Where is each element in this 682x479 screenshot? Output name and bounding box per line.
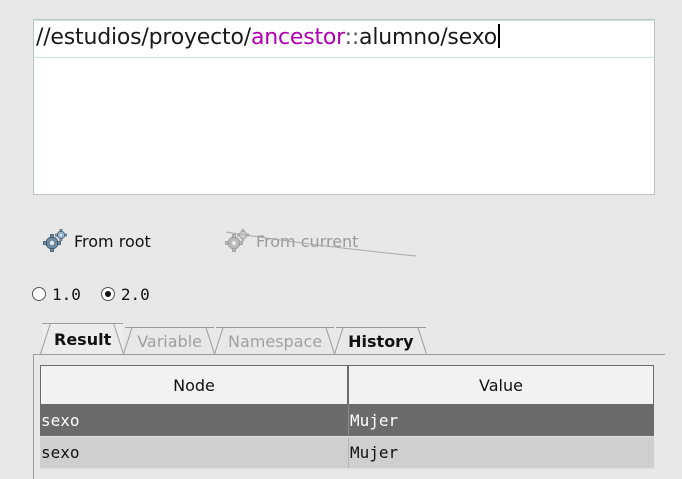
tab-namespace-label: Namespace <box>228 331 323 351</box>
xpath-query-editor[interactable]: //estudios/proyecto/ancestor::alumno/sex… <box>33 19 655 195</box>
gear-icon-disabled <box>225 229 249 252</box>
path-suffix: alumno/sexo <box>359 25 498 50</box>
tab-namespace[interactable]: Namespace <box>216 327 335 354</box>
axis-separator: :: <box>344 25 360 50</box>
result-tabs: Result Variable Namespace History <box>42 322 428 354</box>
version-radio-2-0[interactable]: 2.0 <box>100 284 150 304</box>
tab-history-label: History <box>348 331 414 351</box>
table-row[interactable]: sexo Mujer <box>40 437 654 469</box>
cell-value: Mujer <box>348 405 654 436</box>
table-header: Node Value <box>40 365 654 405</box>
result-panel: Node Value sexo Mujer sexo Mujer <box>33 354 665 479</box>
xpath-panel: //estudios/proyecto/ancestor::alumno/sex… <box>0 0 682 479</box>
column-header-value[interactable]: Value <box>348 365 654 405</box>
xpath-expression[interactable]: //estudios/proyecto/ancestor::alumno/sex… <box>36 24 501 50</box>
gear-icon <box>43 229 67 252</box>
text-caret <box>498 24 501 48</box>
version-label-1-0: 1.0 <box>52 284 81 304</box>
cell-value: Mujer <box>348 437 654 468</box>
from-root-button[interactable]: From root <box>42 226 151 256</box>
from-current-label: From current <box>256 231 359 251</box>
table-row[interactable]: sexo Mujer <box>40 405 654 437</box>
tab-result[interactable]: Result <box>42 323 124 354</box>
from-current-button[interactable]: From current <box>224 226 417 257</box>
xpath-version-group: 1.0 2.0 <box>32 282 170 306</box>
column-header-node[interactable]: Node <box>40 365 348 405</box>
version-label-2-0: 2.0 <box>120 284 150 304</box>
radio-circle-2-0[interactable] <box>100 287 115 301</box>
version-radio-1-0[interactable]: 1.0 <box>32 285 81 304</box>
path-prefix: //estudios/proyecto/ <box>36 25 251 50</box>
from-root-label: From root <box>74 231 151 251</box>
radio-circle-1-0[interactable] <box>32 287 46 301</box>
cell-node: sexo <box>41 411 80 430</box>
tab-history[interactable]: History <box>336 327 426 354</box>
results-table: Node Value sexo Mujer sexo Mujer <box>40 365 654 469</box>
axis-keyword: ancestor <box>250 25 345 50</box>
tab-result-label: Result <box>54 329 112 349</box>
cell-node: sexo <box>41 443 80 462</box>
tab-variable-label: Variable <box>137 331 202 351</box>
tab-variable[interactable]: Variable <box>125 327 214 354</box>
